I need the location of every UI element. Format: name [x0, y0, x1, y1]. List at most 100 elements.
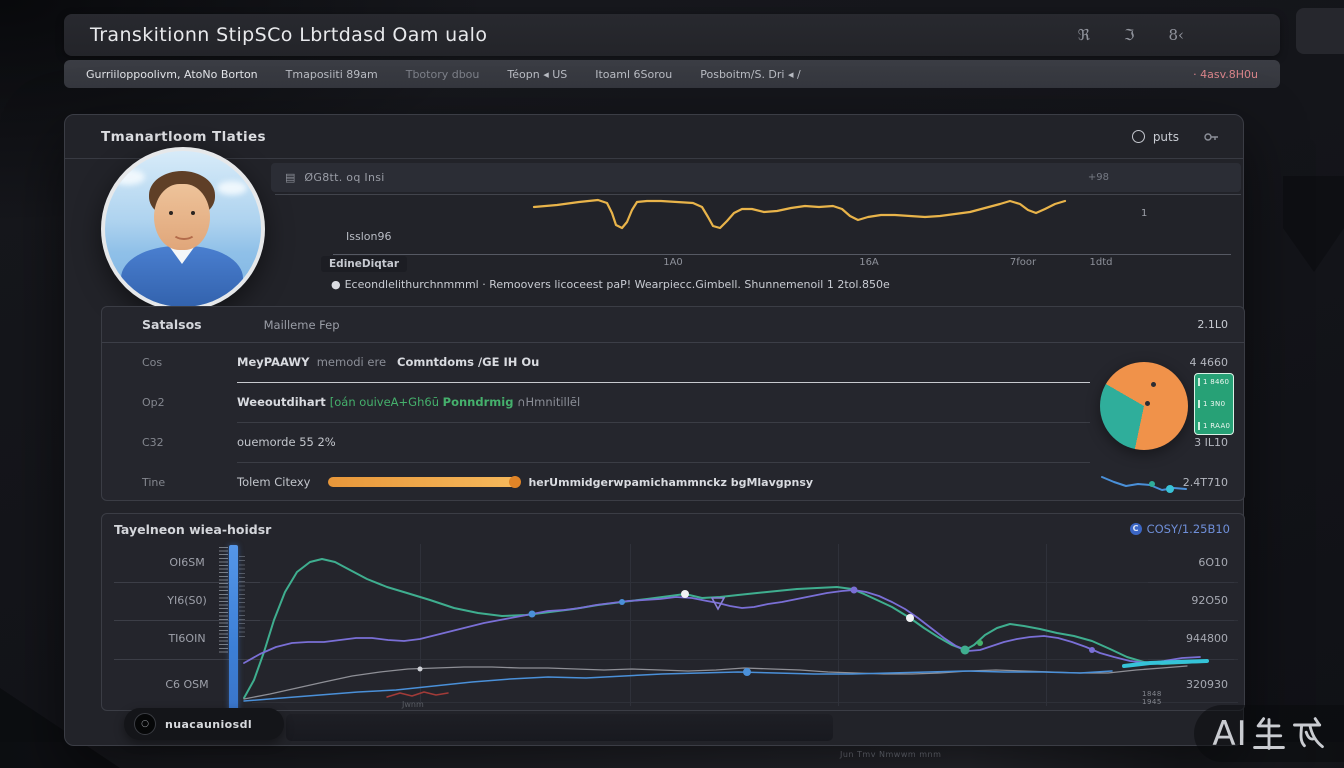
row-label: Cos — [102, 356, 237, 369]
axis-tick-label: 7foor — [1010, 257, 1036, 268]
header-icons: ℜ ℑ 8‹ — [1078, 26, 1184, 44]
background-corner-panel — [1296, 8, 1344, 54]
progress-dot — [509, 476, 521, 488]
monitor-link[interactable]: C COSY/1.25B10 — [1130, 522, 1230, 536]
profile-strip-label: ØG8tt. oq Insi — [304, 171, 384, 184]
data-point-marker — [977, 640, 983, 646]
ai-watermark: AI — [1194, 705, 1344, 762]
row-content: Weeoutdihart [oán ouiveA+Gh6ū Ponndrmig … — [237, 395, 1104, 409]
data-point-marker — [961, 646, 970, 655]
table-row: TineTolem Citexy herUmmidgerwpamichammnck… — [102, 462, 1244, 502]
footer-pill-button[interactable]: ○ nuacauniosdl — [124, 708, 284, 740]
data-point-marker — [1089, 647, 1095, 653]
footer-pill-label: nuacauniosdl — [165, 718, 252, 731]
table-subtitle: Mailleme Fep — [264, 318, 340, 332]
nav-item[interactable]: Tmaposiiti 89am — [286, 68, 378, 81]
row-label: Tine — [102, 476, 237, 489]
row-value: 3 IL10 — [1104, 436, 1244, 449]
link-circle-icon: C — [1130, 523, 1142, 535]
axis-tick-label: 16A — [859, 257, 879, 268]
nav-item[interactable]: Posboitm/S. Dri ◂ / — [700, 68, 800, 81]
avatar-eye — [191, 211, 195, 215]
corner-note-line: 1945 — [1142, 698, 1162, 706]
row-label: C32 — [102, 436, 237, 449]
monitor-link-text: COSY/1.25B10 — [1147, 522, 1230, 536]
red-series — [387, 692, 448, 697]
background-shape — [1283, 176, 1344, 228]
profile-strip-value: +98 — [1088, 172, 1109, 183]
row-value: 4 4660 — [1104, 356, 1244, 369]
globe-icon[interactable]: ℑ — [1124, 26, 1134, 44]
axis-tick-label: 1A0 — [663, 257, 683, 268]
data-point-marker — [418, 667, 423, 672]
corner-note-line: 1848 — [1142, 690, 1162, 698]
table-row: C32ouemorde 55 2% 3 IL10 — [102, 422, 1244, 462]
row-content: ouemorde 55 2% — [237, 435, 1104, 449]
data-point-marker — [743, 668, 751, 676]
nav-item[interactable]: Tbotory dbou — [406, 68, 480, 81]
card-title: Tmanartloom Tlaties — [101, 129, 266, 145]
monitor-panel: Tayelneon wiea-hoidsr C COSY/1.25B10 OI6… — [101, 513, 1245, 711]
pie-dot — [1151, 382, 1156, 387]
status-circle-icon[interactable] — [1132, 130, 1145, 143]
row-text: Ponndrmig — [443, 395, 514, 409]
footer-input-bar[interactable] — [286, 714, 833, 741]
multi-line-chart — [237, 542, 1237, 712]
nav-item[interactable]: Itoaml 6Sorou — [595, 68, 672, 81]
nav-items: Gurriiloppoolivm, AtoNo Borton Tmaposiiti… — [86, 68, 829, 81]
window-title-bar: Transkitionn StipSCo Lbrtdasd Oam ualo ℜ… — [64, 14, 1280, 56]
row-text: Comntdoms /GE IH Ou — [397, 355, 539, 369]
card-header: Tmanartloom Tlaties puts — [65, 115, 1243, 159]
row-text: herUmmidgerwpamichammnckz bgMlavgpnsy — [528, 476, 813, 489]
row-text: Weeoutdihart — [237, 395, 330, 409]
table-title: Satalsos — [142, 317, 202, 332]
cloud-shape — [111, 169, 145, 185]
legend-item: 1 8460 — [1198, 378, 1230, 386]
chart-badge[interactable]: EdineDiqtar — [321, 256, 407, 272]
row-text: MeyPAAWY — [237, 355, 309, 369]
corner-note: 1848 1945 — [1142, 690, 1162, 706]
nav-item[interactable]: Téopn ◂ US — [507, 68, 567, 81]
chart-caption: ●Eceondlelithurchnmmml · Remoovers licoc… — [331, 278, 890, 291]
row-label: Op2 — [102, 396, 237, 409]
data-point-marker — [906, 614, 914, 622]
avatar-smile — [172, 225, 196, 240]
cjk-cheng-icon — [1290, 715, 1326, 753]
tool-icon[interactable] — [1203, 130, 1219, 144]
row-content: Tolem Citexy herUmmidgerwpamichammnckz bg… — [237, 475, 1104, 489]
table-header: Satalsos Mailleme Fep 2.1L0 — [102, 307, 1244, 343]
row-text: ouemorde 55 2% — [237, 435, 336, 449]
profile-strip: ▤ ØG8tt. oq Insi +98 — [271, 163, 1241, 192]
watermark-latin: AI — [1212, 714, 1247, 754]
table-row: CosMeyPAAWY memodi ere Comntdoms /GE IH … — [102, 342, 1244, 382]
progress-pill[interactable] — [328, 477, 518, 487]
avatar-eye — [169, 211, 173, 215]
nav-item[interactable]: Gurriiloppoolivm, AtoNo Borton — [86, 68, 258, 81]
top-line-chart — [271, 191, 1241, 256]
list-icon: ▤ — [285, 171, 295, 184]
share-icon[interactable]: 8‹ — [1168, 26, 1184, 44]
status-group: puts — [1132, 130, 1219, 144]
tiny-note: Jwnm — [402, 700, 424, 709]
axis-tick-label: 1dtd — [1090, 257, 1113, 268]
status-table-panel: Satalsos Mailleme Fep 2.1L0 CosMeyPAAWY … — [101, 306, 1245, 501]
pie-dot — [1145, 401, 1150, 406]
data-point-marker — [529, 611, 536, 618]
row-text: ∩Hmnitillēl — [513, 395, 580, 409]
table-header-value: 2.1L0 — [1197, 318, 1228, 331]
record-icon: ○ — [134, 713, 156, 735]
table-rows: CosMeyPAAWY memodi ere Comntdoms /GE IH … — [102, 342, 1244, 500]
ornament-icon[interactable]: ℜ — [1078, 26, 1090, 44]
x-axis-line — [333, 254, 1231, 255]
avatar[interactable] — [101, 147, 265, 311]
nav-alert-text: · 4asv.8H0u — [1193, 68, 1258, 81]
yellow-trend — [534, 200, 1065, 228]
legend-item: 1 RAA0 — [1198, 422, 1230, 430]
side-value: 1 — [1141, 208, 1147, 219]
teal-series — [244, 559, 1202, 698]
data-point-marker — [619, 599, 625, 605]
bullet-icon: ● — [331, 278, 341, 291]
row-text: Tolem Citexy — [237, 475, 310, 489]
page-footnote: Jun Tmv Nmwwm mnm — [840, 750, 941, 759]
table-row: Op2Weeoutdihart [oán ouiveA+Gh6ū Ponndrm… — [102, 382, 1244, 422]
